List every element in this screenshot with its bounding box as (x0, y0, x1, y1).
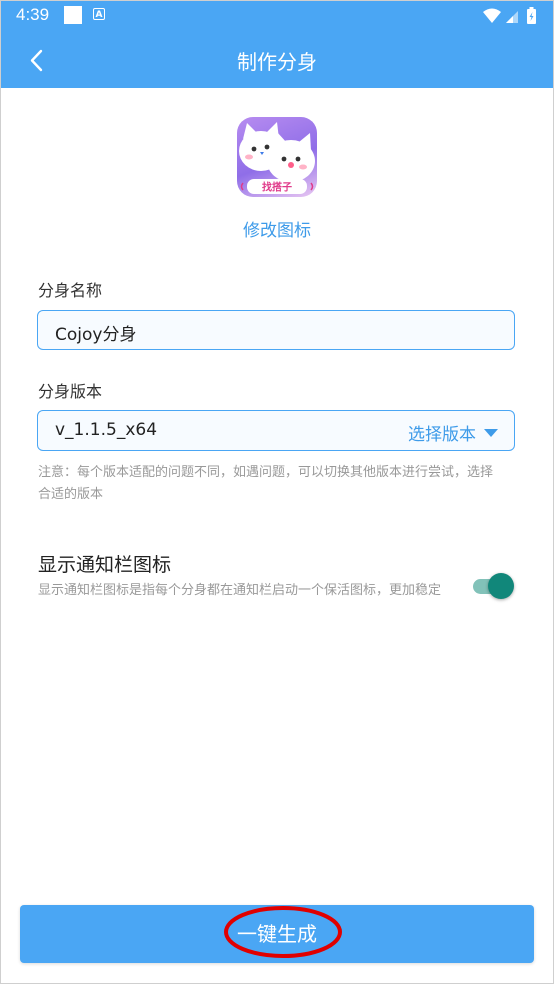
signal-icon (506, 11, 518, 23)
status-bar: 4:39 A (0, 0, 554, 32)
app-icon-text: 找搭子 (262, 181, 292, 194)
battery-icon (527, 7, 536, 24)
notification-icon-switch[interactable] (470, 573, 516, 599)
version-value: v_1.1.5_x64 (55, 420, 158, 440)
select-version-label: 选择版本 (408, 425, 476, 445)
change-icon-link[interactable]: 修改图标 (0, 216, 554, 241)
notification-toggle-title: 显示通知栏图标 (38, 554, 172, 576)
switch-thumb (488, 573, 514, 599)
app-header: 制作分身 (0, 32, 554, 88)
notification-toggle-description: 显示通知栏图标是指每个分身都在通知栏启动一个保活图标，更加稳定 (38, 583, 442, 598)
system-status-icons (482, 6, 540, 26)
page-title: 制作分身 (237, 50, 317, 74)
wifi-icon (483, 8, 501, 23)
app-icon-image[interactable]: 找搭子 (237, 117, 317, 197)
clone-name-input[interactable]: Cojoy分身 (37, 310, 515, 350)
caret-down-icon (484, 428, 498, 437)
version-select[interactable]: v_1.1.5_x64 选择版本 (37, 410, 515, 451)
version-field-label: 分身版本 (38, 382, 103, 401)
notification-a-icon: A (93, 8, 105, 20)
clone-name-value: Cojoy分身 (55, 325, 137, 345)
version-note: 注意：每个版本适配的问题不同，如遇问题，可以切换其他版本进行尝试，选择合适的版本 (38, 465, 494, 502)
name-field-label: 分身名称 (38, 281, 103, 300)
select-version-button[interactable]: 选择版本 (408, 420, 498, 445)
generate-button[interactable]: 一键生成 (20, 905, 534, 963)
cat-mascot-icon: 找搭子 (239, 122, 315, 194)
notification-square-icon (64, 6, 82, 24)
status-time: 4:39 (16, 5, 50, 24)
